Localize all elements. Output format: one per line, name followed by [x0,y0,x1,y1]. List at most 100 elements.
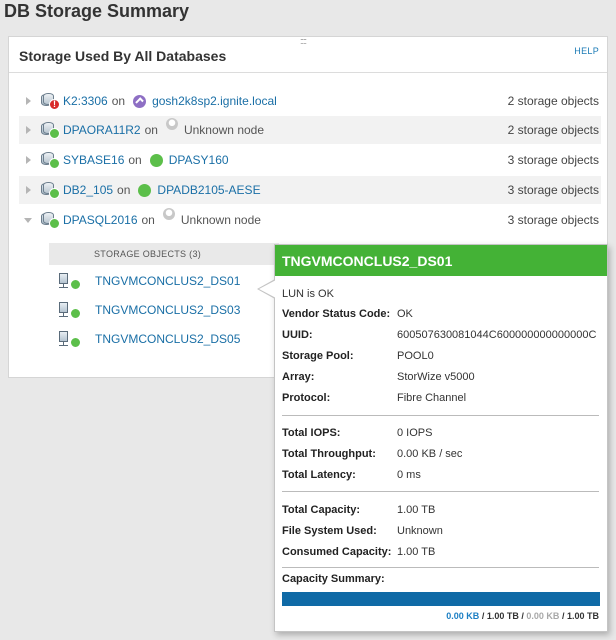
storage-object-link[interactable]: TNGVMCONCLUS2_DS01 [95,274,240,288]
green-status-icon [138,183,152,197]
storage-object-row[interactable]: TNGVMCONCLUS2_DS01 [59,269,240,293]
lun-status-text: LUN is OK [282,288,334,300]
database-icon [41,152,60,169]
capacity-summary-label: Capacity Summary: [282,573,385,585]
detail-value: Fibre Channel [397,392,467,404]
detail-value: 600507630081044C600000000000000C [397,329,597,341]
detail-label: Array: [282,371,315,383]
used-value: 0.00 KB [446,611,480,621]
on-label: on [144,123,158,137]
storage-count: 3 storage objects [507,183,599,197]
ok-status-icon [70,308,81,319]
perf-value: 0 ms [397,469,421,481]
legend-divider: / [521,611,524,621]
perf-label: Total IOPS: [282,427,341,439]
capacity-value: Unknown [397,525,443,537]
database-icon [41,122,60,139]
storage-object-link[interactable]: TNGVMCONCLUS2_DS05 [95,332,240,346]
tooltip-divider [282,415,599,416]
help-link[interactable]: HELP [574,46,599,56]
legend-separator: / [481,611,485,621]
lun-icon [59,302,81,319]
detail-value: POOL0 [397,350,434,362]
drag-handle-icon[interactable]: :::: [300,37,307,46]
capacity-summary-legend: 0.00 KB / 1.00 TB / 0.00 KB / 1.00 TB [446,611,599,621]
lun-icon [59,273,81,290]
node-name-link[interactable]: gosh2k8sp2.ignite.local [152,94,277,108]
free-total-value: 1.00 TB [566,611,599,621]
on-label: on [141,213,155,227]
capacity-label: Total Capacity: [282,504,361,516]
capacity-label: File System Used: [282,525,377,537]
db-row-dpasql2016[interactable]: DPASQL2016 on Unknown node 3 storage obj… [19,206,601,234]
expand-caret-icon[interactable] [19,186,37,194]
db-name-link[interactable]: SYBASE16 [63,153,124,167]
tooltip-title: TNGVMCONCLUS2_DS01 [275,245,607,276]
node-name-link[interactable]: DPASY160 [169,153,229,167]
panel-divider [9,72,607,73]
lun-icon [59,331,81,348]
storage-object-tooltip: TNGVMCONCLUS2_DS01 LUN is OK Vendor Stat… [257,244,608,632]
unknown-node-icon [162,208,175,220]
ok-status-icon [70,279,81,290]
on-label: on [117,183,131,197]
unknown-node-icon [165,118,178,130]
detail-label: Protocol: [282,392,331,404]
expand-caret-icon[interactable] [19,126,37,134]
perf-value: 0 IOPS [397,427,433,439]
ok-status-icon [70,337,81,348]
on-label: on [111,94,126,108]
panel-title: Storage Used By All Databases [19,48,227,64]
database-icon [41,212,60,229]
detail-label: Storage Pool: [282,350,354,362]
page-title: DB Storage Summary [4,1,190,21]
expand-caret-icon[interactable] [19,156,37,164]
detail-label: Vendor Status Code: [282,308,391,320]
node-name: Unknown node [183,123,265,137]
perf-value: 0.00 KB / sec [397,448,463,460]
capacity-value: 1.00 TB [397,546,436,558]
expand-caret-icon[interactable] [19,97,37,105]
storage-object-link[interactable]: TNGVMCONCLUS2_DS03 [95,303,240,317]
capacity-label: Consumed Capacity: [282,546,392,558]
storage-count: 2 storage objects [507,123,599,137]
node-link-icon [133,94,147,108]
storage-objects-header: STORAGE OBJECTS (3) [49,243,279,265]
legend-separator: / [561,611,565,621]
db-row-dpaora11r2[interactable]: DPAORA11R2 on Unknown node 2 storage obj… [19,116,601,144]
node-name-link[interactable]: DPADB2105-AESE [157,183,260,197]
node-name: Unknown node [180,213,261,227]
detail-label: UUID: [282,329,313,341]
db-name-link[interactable]: DB2_105 [63,183,113,197]
database-icon [41,182,60,199]
db-name-link[interactable]: DPAORA11R2 [63,123,141,137]
ok-status-icon [49,218,60,229]
capacity-summary-bar [282,592,600,606]
db-row-db2-105[interactable]: DB2_105 on DPADB2105-AESE 3 storage obje… [19,176,601,204]
tooltip-divider [282,567,599,568]
error-status-icon: ! [49,99,60,110]
ok-status-icon [49,128,60,139]
free-value: 0.00 KB [526,611,560,621]
storage-count: 3 storage objects [507,213,599,227]
db-row-sybase16[interactable]: SYBASE16 on DPASY160 3 storage objects [19,146,601,174]
perf-label: Total Latency: [282,469,356,481]
capacity-value: 1.00 TB [397,504,436,516]
used-total-value: 1.00 TB [486,611,519,621]
storage-count: 3 storage objects [507,153,599,167]
ok-status-icon [49,158,60,169]
storage-object-row[interactable]: TNGVMCONCLUS2_DS03 [59,298,240,322]
db-row-k2-3306[interactable]: ! K2:3306 on gosh2k8sp2.ignite.local 2 s… [19,87,601,115]
tooltip-divider [282,491,599,492]
ok-status-icon [49,188,60,199]
db-name-link[interactable]: K2:3306 [63,94,108,108]
detail-value: OK [397,308,413,320]
detail-value: StorWize v5000 [397,371,475,383]
storage-count: 2 storage objects [507,94,599,108]
db-name-link[interactable]: DPASQL2016 [63,213,138,227]
on-label: on [128,153,142,167]
green-status-icon [149,153,163,167]
storage-object-row[interactable]: TNGVMCONCLUS2_DS05 [59,327,240,351]
collapse-caret-icon[interactable] [19,217,37,223]
database-icon: ! [41,93,60,110]
